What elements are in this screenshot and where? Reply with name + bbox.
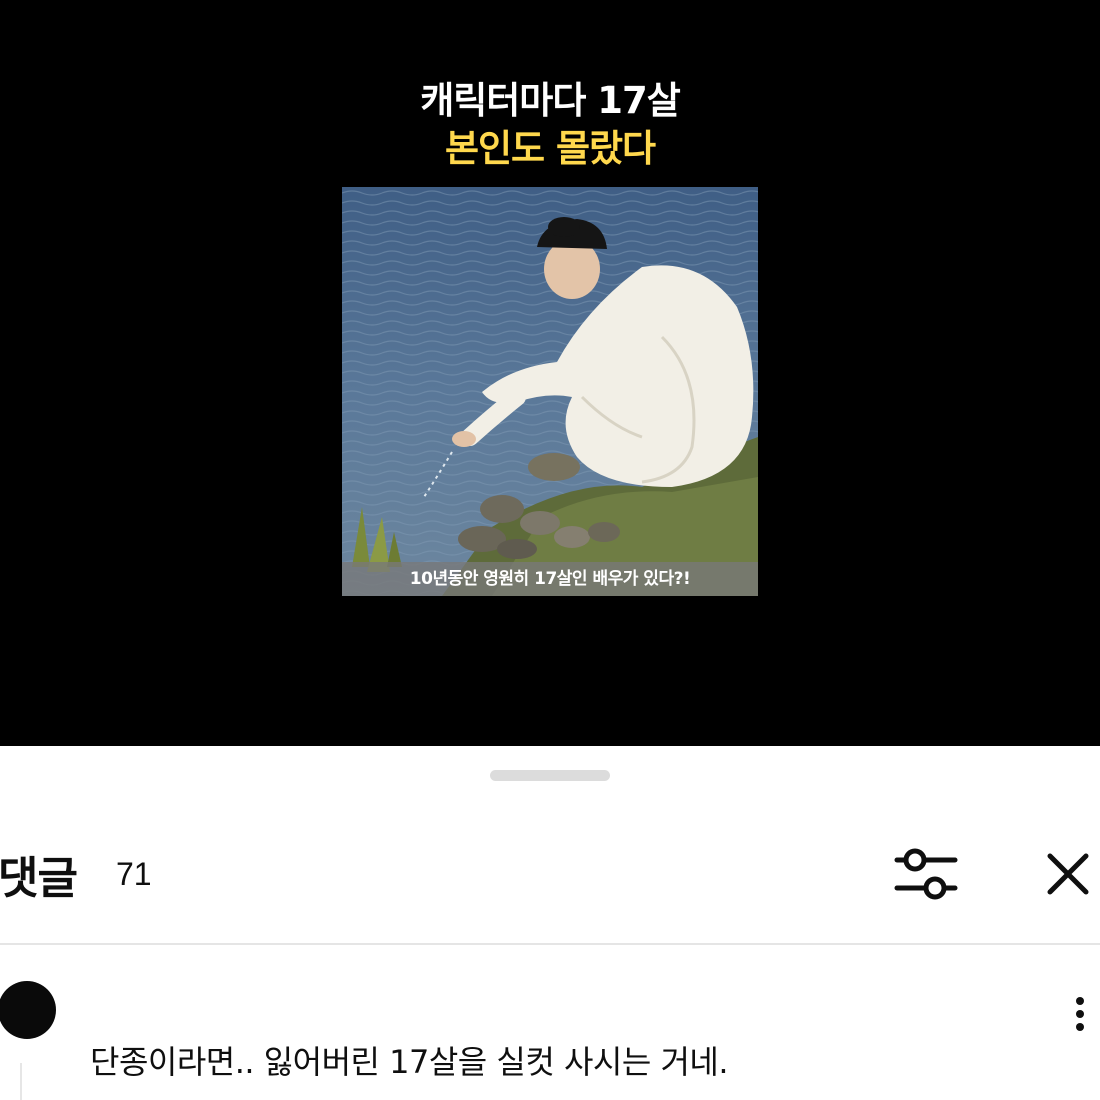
avatar[interactable] [0,981,56,1039]
comments-header: 댓글 71 [0,834,1100,914]
riverside-figure-illustration [342,187,758,596]
headline-line-2: 본인도 몰랐다 [444,127,656,170]
sheet-drag-handle[interactable] [490,770,610,781]
photo-caption: 10년동안 영원히 17살인 배우가 있다?! [342,562,758,596]
more-vertical-icon [1076,997,1084,1031]
reply-thread-line [20,1063,22,1100]
comments-title: 댓글 [0,853,78,904]
comment-author[interactable] [90,985,390,1005]
comment-item: 단종이라면.. 잃어버린 17살을 실컷 사시는 거네. [0,945,1100,1100]
video-thumbnail-photo: 10년동안 영원히 17살인 배우가 있다?! [342,187,758,596]
comments-sheet: 댓글 71 단종이라면.. 잃어버린 17살을 실컷 사시는 거네. [0,746,1100,1100]
sliders-icon [894,848,958,900]
close-button[interactable] [1028,834,1100,914]
comments-count: 71 [116,856,152,892]
sort-filter-button[interactable] [885,834,965,914]
comment-text: 단종이라면.. 잃어버린 17살을 실컷 사시는 거네. [90,1043,729,1081]
headline-line-1: 캐릭터마다 17살 [420,79,681,122]
close-icon [1047,853,1089,895]
comment-menu-button[interactable] [1062,991,1098,1037]
video-player[interactable]: 캐릭터마다 17살 본인도 몰랐다 10년동안 영원히 17살인 배우가 있다?… [0,0,1100,746]
